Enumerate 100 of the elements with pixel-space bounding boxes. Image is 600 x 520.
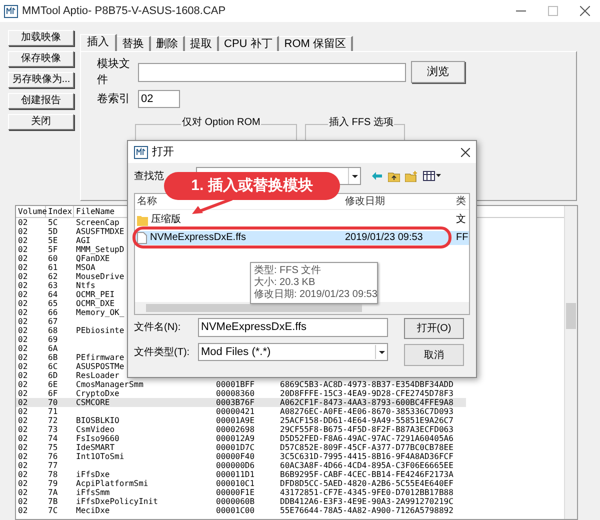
table-cell: 25ACF158-DD61-4E64-9A49-55851E9A26C7 [280, 416, 454, 425]
table-cell: A08276EC-A0FE-4E06-8670-385336C7D093 [280, 407, 454, 416]
table-cell: 00000F40 [216, 452, 255, 461]
annotation-callout: 1. 插入或替换模块 [164, 172, 340, 200]
table-cell: 02 [18, 254, 28, 263]
table-cell: CmosManagerSmm [76, 380, 144, 389]
table-cell: ScreenCap [76, 218, 120, 227]
table-cell: 02 [18, 407, 28, 416]
table-cell: 02 [18, 227, 28, 236]
table-cell: 7B [48, 497, 58, 506]
table-cell: 70 [48, 398, 58, 407]
table-cell: A062CF1F-8473-4AA3-8793-600BC4FFE9A8 [280, 398, 454, 407]
table-cell: iFfsDxePolicyInit [76, 497, 158, 506]
table-cell: IdeSMART [76, 443, 115, 452]
table-cell: ASUSFTMDXE [76, 227, 124, 236]
table-cell: MeciDxe [76, 506, 110, 515]
file-name: 压缩版 [151, 213, 181, 227]
table-cell: 77 [48, 461, 58, 470]
table-cell: 02 [18, 425, 28, 434]
table-cell: 68 [48, 326, 58, 335]
table-cell: 61 [48, 263, 58, 272]
table-cell: 78 [48, 470, 58, 479]
table-cell: 65 [48, 299, 58, 308]
table-cell: 02 [18, 488, 28, 497]
table-cell: OCMR_DXE [76, 299, 115, 308]
file-date: 2019/01/23 09:53 [345, 232, 423, 243]
volume-index-label: 卷索引 [97, 92, 131, 107]
table-cell: DFD8D5CC-5AED-4820-A2B6-5C55E4E640EF [280, 479, 454, 488]
table-cell: 02 [18, 281, 28, 290]
table-cell: 02 [18, 290, 28, 299]
table-cell: 02 [18, 371, 28, 380]
table-cell: Int1OToSmi [76, 452, 124, 461]
table-cell: OCMR_PEI [76, 290, 115, 299]
table-cell: 00001BFF [216, 380, 255, 389]
table-cell: 7A [48, 488, 58, 497]
table-cell: 02 [18, 236, 28, 245]
table-cell: 6E [48, 380, 58, 389]
file-type: FF [456, 232, 468, 243]
table-cell: 00001C00 [216, 506, 255, 515]
table-cell: 7C [48, 506, 58, 515]
table-cell: 02 [18, 317, 28, 326]
table-cell: 64 [48, 290, 58, 299]
table-cell: 02 [18, 218, 28, 227]
table-cell: 02 [18, 326, 28, 335]
table-cell: MouseDrive [76, 272, 124, 281]
table-cell: 6C [48, 362, 58, 371]
table-cell: 76 [48, 452, 58, 461]
table-cell: Ntfs [76, 281, 96, 290]
table-cell: AGI [76, 236, 90, 245]
window-title: MMTool Aptio- P8B75-V-ASUS-1608.CAP [22, 4, 226, 19]
table-cell: 00002698 [216, 425, 255, 434]
table-cell: 29CF55F8-B675-4F5D-8F2F-B87A3ECFD063 [280, 425, 454, 434]
table-cell: 5D [48, 227, 58, 236]
table-cell: QFanDXE [76, 254, 110, 263]
table-cell: 02 [18, 380, 28, 389]
table-cell: 73 [48, 425, 58, 434]
table-cell: 000000D6 [216, 461, 255, 470]
table-cell: 5C [48, 218, 58, 227]
table-cell: CSMCORE [76, 398, 110, 407]
table-cell: 6A [48, 344, 58, 353]
table-cell: MSOA [76, 263, 96, 272]
table-cell: 6869C5B3-AC8D-4973-8B37-E354DBF34ADD [280, 380, 454, 389]
table-cell: 02 [18, 344, 28, 353]
table-cell: 02 [18, 389, 28, 398]
table-cell: 67 [48, 317, 58, 326]
table-cell: iFfsSmm [76, 488, 110, 497]
table-cell: 66 [48, 308, 58, 317]
table-cell: 3C5C631D-7995-4415-8B16-9F4A8AD36FCF [280, 452, 454, 461]
group-title: 插入 FFS 选项 [328, 117, 394, 129]
table-cell: 69 [48, 335, 58, 344]
table-cell: 02 [18, 452, 28, 461]
table-cell: ASUSPOSTMe [76, 362, 124, 371]
table-cell: 75 [48, 443, 58, 452]
table-cell: 02 [18, 479, 28, 488]
file-type: 文 [456, 214, 466, 225]
table-cell: 02 [18, 506, 28, 515]
table-cell: 000012A9 [216, 434, 255, 443]
table-cell: 71 [48, 407, 58, 416]
table-cell: B6B9295F-CABF-4CEC-BB14-FE4246F2173A [280, 470, 454, 479]
table-cell: 43172851-CF7E-4345-9FE0-D7012BB17B88 [280, 488, 454, 497]
table-cell: DDB412A6-E3F3-4E9E-90A3-2A991270219C [280, 497, 454, 506]
table-cell: D57C852E-809F-45CF-A377-D77BC0CB78EE [280, 443, 454, 452]
table-cell: 00000F1E [216, 488, 255, 497]
look-in-label: 查找范 [134, 170, 165, 184]
table-cell: PEfirmware [76, 353, 124, 362]
table-cell: CsmVideo [76, 425, 115, 434]
file-name: NVMeExpressDxE.ffs [150, 231, 246, 245]
table-cell: 02 [18, 416, 28, 425]
table-cell: 74 [48, 434, 58, 443]
table-cell: AcpiPlatformSmi [76, 479, 148, 488]
table-cell: MMM_SetupD [76, 245, 124, 254]
table-cell: 5E [48, 236, 58, 245]
table-cell: 02 [18, 263, 28, 272]
table-cell: 6F [48, 389, 58, 398]
table-cell: 72 [48, 416, 58, 425]
table-cell: FsIso9660 [76, 434, 120, 443]
group-title: 仅对 Option ROM [181, 117, 262, 129]
table-cell: 02 [18, 398, 28, 407]
table-cell: 02 [18, 245, 28, 254]
table-cell: 6D [48, 371, 58, 380]
